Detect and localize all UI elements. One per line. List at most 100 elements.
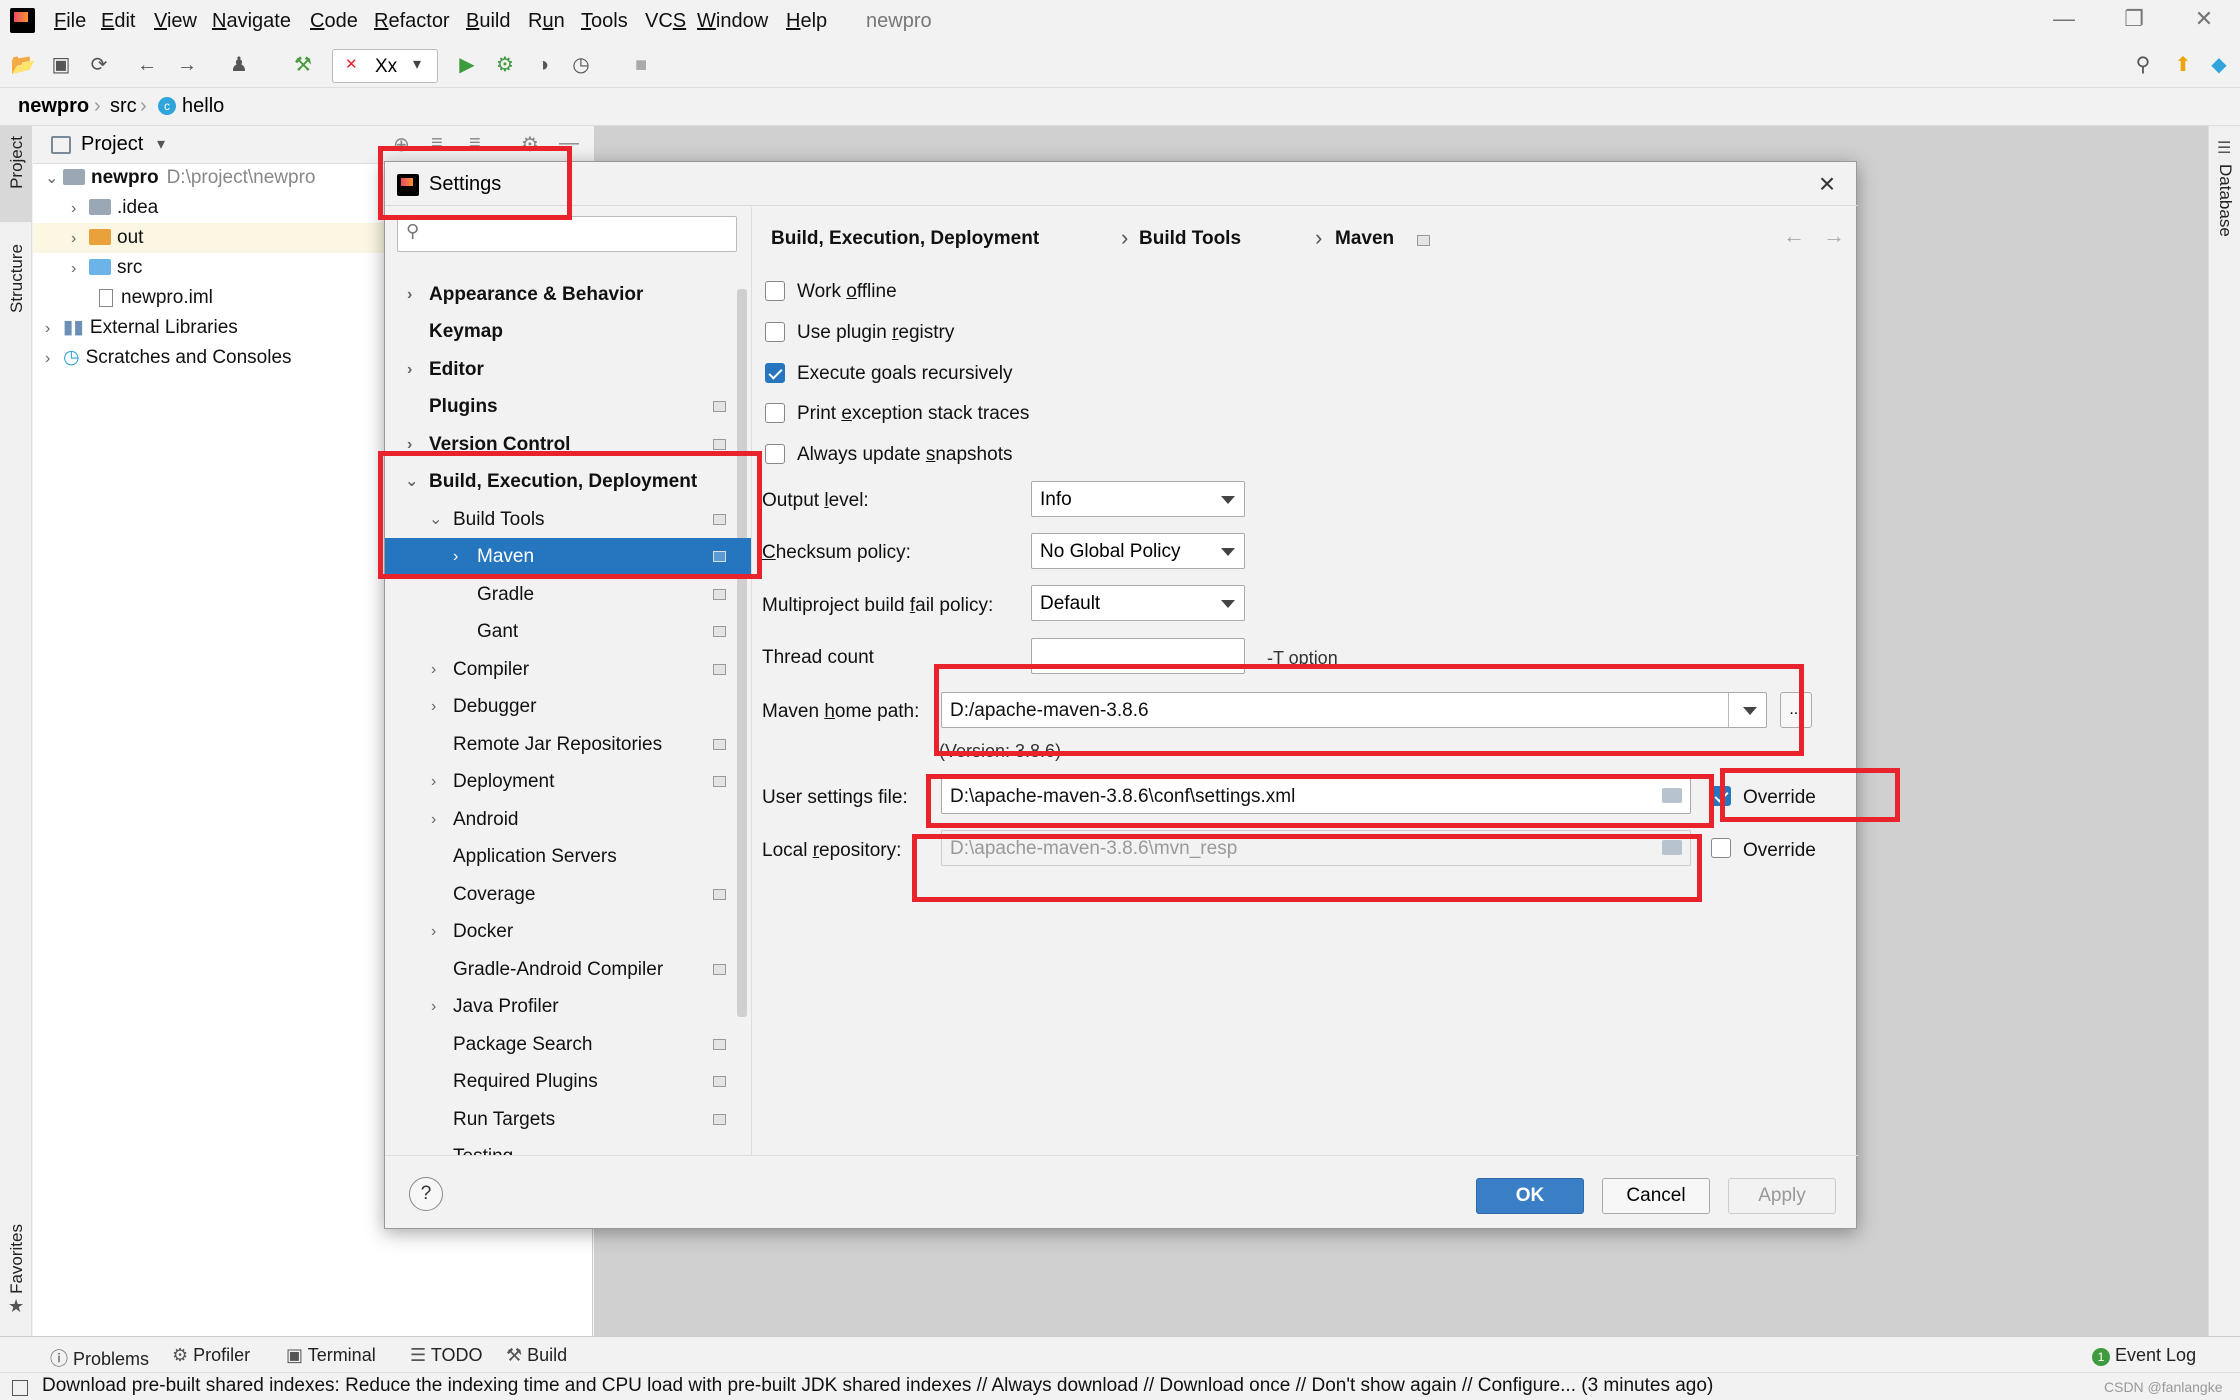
cancel-button[interactable]: Cancel [1602,1178,1710,1214]
menu-tools[interactable]: Tools [581,10,628,33]
status-message[interactable]: Download pre-built shared indexes: Reduc… [42,1375,1713,1397]
menu-edit[interactable]: Edit [101,10,135,33]
nav-remote-jar-repositories[interactable]: Remote Jar Repositories [385,726,751,763]
nav-keymap[interactable]: Keymap [385,313,751,350]
restore-icon[interactable]: ❐ [2114,6,2154,32]
nav-docker[interactable]: › Docker [385,913,751,950]
menu-window[interactable]: Window [697,10,768,33]
coverage-icon[interactable]: ◑ [530,52,556,78]
tree-item-scratches[interactable]: › ◷ Scratches and Consoles [45,343,292,373]
nav-compiler[interactable]: › Compiler [385,651,751,688]
menu-vcs[interactable]: VCS [645,10,686,33]
profile-icon[interactable]: ◷ [568,52,594,78]
breadcrumb-src[interactable]: src [110,95,137,118]
forward-icon[interactable]: → [1823,223,1845,249]
menu-refactor[interactable]: Refactor [374,10,450,33]
settings-search-input[interactable]: ⚲ [397,216,737,252]
tab-build[interactable]: ⚒ Build [506,1345,567,1366]
local-repository-input[interactable]: D:\apache-maven-3.8.6\mvn_resp [941,830,1691,866]
tree-item-root[interactable]: ⌄ newpro D:\project\newpro [45,163,315,193]
help-button[interactable]: ? [409,1177,443,1211]
forward-icon[interactable]: → [174,52,200,78]
open-folder-icon[interactable]: 📂 [10,52,36,78]
nav-deployment[interactable]: › Deployment [385,763,751,800]
tree-item-idea[interactable]: › .idea [71,193,158,223]
maven-home-browse-button[interactable]: ... [1780,692,1812,728]
nav-appearance[interactable]: › Appearance & Behavior [385,276,751,313]
nav-android[interactable]: › Android [385,801,751,838]
use-plugin-registry-checkbox[interactable] [765,322,785,342]
tab-event-log[interactable]: 1 Event Log [2092,1345,2196,1366]
save-icon[interactable]: ▣ [48,52,74,78]
collapse-all-icon[interactable]: ≡ [469,132,481,155]
ok-button[interactable]: OK [1476,1178,1584,1214]
close-window-icon[interactable]: ✕ [2184,6,2224,32]
tab-problems[interactable]: ⓘ Problems [50,1345,149,1371]
debug-icon[interactable]: ⚙ [492,52,518,78]
checksum-policy-select[interactable]: No Global Policy [1031,533,1245,569]
tree-item-iml[interactable]: newpro.iml [99,283,213,313]
nav-maven[interactable]: › Maven [385,538,751,575]
apply-button[interactable]: Apply [1728,1178,1836,1214]
user-settings-input[interactable]: D:\apache-maven-3.8.6\conf\settings.xml [941,778,1691,814]
nav-version-control[interactable]: › Version Control [385,426,751,463]
build-hammer-icon[interactable]: ⚒ [290,52,316,78]
update-icon[interactable]: ⬆ [2170,52,2196,78]
local-repository-override-checkbox[interactable] [1711,838,1731,858]
menu-code[interactable]: Code [310,10,358,33]
menu-view[interactable]: View [154,10,197,33]
folder-browse-icon[interactable] [1662,840,1682,855]
nav-testing[interactable]: Testing [385,1138,751,1155]
tab-todo[interactable]: ☰ TODO [410,1345,482,1366]
nav-java-profiler[interactable]: › Java Profiler [385,988,751,1025]
hide-icon[interactable]: — [559,132,579,155]
back-icon[interactable]: ← [134,52,160,78]
menu-navigate[interactable]: Navigate [212,10,291,33]
chevron-down-icon[interactable] [1743,707,1757,715]
nav-build-execution-deployment[interactable]: ⌄ Build, Execution, Deployment [385,463,751,500]
project-panel-title[interactable]: Project [81,133,143,156]
nav-plugins[interactable]: Plugins [385,388,751,425]
gear-icon[interactable]: ⚙ [521,132,539,157]
nav-gradle-android-compiler[interactable]: Gradle-Android Compiler [385,951,751,988]
run-configuration-select[interactable]: ✕ Xx ▾ [332,49,438,83]
breadcrumb-project[interactable]: newpro [18,95,89,118]
breadcrumb-file[interactable]: hello [182,95,224,118]
status-toggle-icon[interactable] [12,1380,28,1396]
nav-build-tools[interactable]: ⌄ Build Tools [385,501,751,538]
execute-goals-recursively-checkbox[interactable] [765,363,785,383]
sync-icon[interactable]: ⟳ [86,52,112,78]
tree-item-src[interactable]: › src [71,253,142,283]
thread-count-input[interactable] [1031,638,1245,674]
nav-coverage[interactable]: Coverage [385,876,751,913]
tab-profiler[interactable]: ⚙ Profiler [172,1345,250,1366]
nav-required-plugins[interactable]: Required Plugins [385,1063,751,1100]
maven-home-input[interactable]: D:/apache-maven-3.8.6 [941,692,1767,728]
menu-build[interactable]: Build [466,10,510,33]
menu-run[interactable]: Run [528,10,565,33]
user-settings-override-checkbox[interactable] [1711,786,1731,806]
work-offline-checkbox[interactable] [765,281,785,301]
chevron-down-icon[interactable]: ▾ [157,134,165,154]
output-level-select[interactable]: Info [1031,481,1245,517]
nav-gradle[interactable]: Gradle [385,576,751,613]
tab-database[interactable]: Database [2215,164,2235,237]
menu-file[interactable]: File [54,10,86,33]
folder-browse-icon[interactable] [1662,788,1682,803]
close-icon[interactable]: × [1809,168,1845,200]
tab-terminal[interactable]: ▣ Terminal [286,1345,376,1366]
nav-debugger[interactable]: › Debugger [385,688,751,725]
user-icon[interactable]: ♟ [226,52,252,78]
menu-help[interactable]: Help [786,10,827,33]
tab-structure[interactable]: Structure [7,244,27,313]
tab-project[interactable]: Project [7,136,27,189]
always-update-snapshots-checkbox[interactable] [765,444,785,464]
fail-policy-select[interactable]: Default [1031,585,1245,621]
tab-favorites[interactable]: Favorites [7,1224,27,1294]
nav-application-servers[interactable]: Application Servers [385,838,751,875]
nav-editor[interactable]: › Editor [385,351,751,388]
locate-icon[interactable]: ⊕ [393,132,410,157]
expand-all-icon[interactable]: ≡ [431,132,443,155]
nav-package-search[interactable]: Package Search [385,1026,751,1063]
run-icon[interactable]: ▶ [454,52,480,78]
